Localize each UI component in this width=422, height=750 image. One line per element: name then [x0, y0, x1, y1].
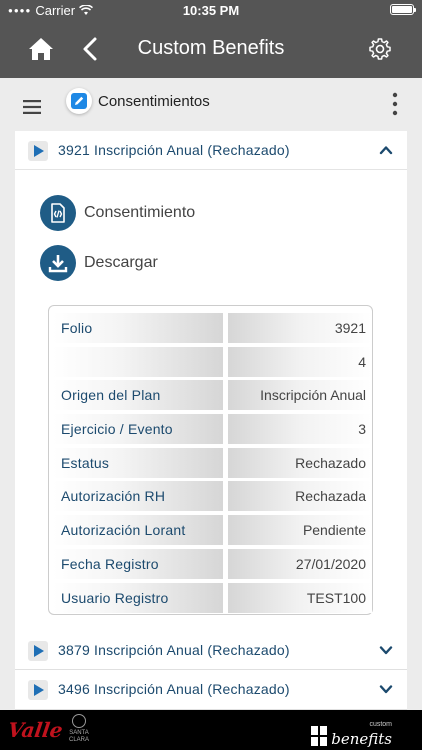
detail-row: Origen del Plan Inscripción Anual — [53, 379, 372, 413]
detail-value: Rechazado — [228, 447, 372, 478]
detail-value: Inscripción Anual — [228, 380, 372, 411]
detail-row: Ejercicio / Evento 3 — [53, 413, 372, 447]
chevron-up-icon[interactable] — [379, 143, 393, 157]
detail-label: Usuario Registro — [53, 582, 223, 613]
detail-value: 27/01/2020 — [228, 548, 372, 579]
hamburger-menu-icon[interactable] — [23, 100, 41, 114]
document-signature-icon — [40, 195, 76, 231]
card-header[interactable]: 3496 Inscripción Anual (Rechazado) — [15, 670, 407, 709]
detail-table: Folio 3921 4 Origen del Plan Inscripción… — [48, 305, 373, 615]
detail-label: Folio — [53, 313, 223, 343]
status-time: 10:35 PM — [182, 3, 240, 18]
section-title: Consentimientos — [98, 93, 210, 110]
valle-logo: Valle — [6, 718, 65, 742]
detail-row: Autorización Lorant Pendiente — [53, 514, 372, 548]
more-vertical-icon[interactable] — [392, 92, 398, 116]
consent-card-expanded: 3921 Inscripción Anual (Rechazado) Conse… — [15, 131, 407, 638]
nav-bar: Custom Benefits — [0, 20, 422, 78]
detail-value: 3921 — [228, 313, 372, 343]
detail-value: Rechazada — [228, 481, 372, 512]
status-bar: ●●●● Carrier 10:35 PM — [0, 0, 422, 20]
download-action[interactable]: Descargar — [40, 245, 158, 281]
consent-card-collapsed[interactable]: 3879 Inscripción Anual (Rechazado) — [15, 631, 407, 670]
card-header[interactable]: 3879 Inscripción Anual (Rechazado) — [15, 631, 407, 670]
page-title: Custom Benefits — [137, 37, 285, 59]
play-icon — [28, 141, 48, 161]
play-icon — [28, 641, 48, 661]
chevron-down-icon[interactable] — [379, 682, 393, 696]
card-header[interactable]: 3921 Inscripción Anual (Rechazado) — [15, 131, 407, 170]
detail-label: Autorización RH — [53, 481, 223, 512]
consent-card-collapsed[interactable]: 3496 Inscripción Anual (Rechazado) — [15, 670, 407, 710]
consent-action[interactable]: Consentimiento — [40, 195, 195, 231]
battery-icon — [390, 4, 416, 15]
detail-label: Autorización Lorant — [53, 515, 223, 546]
download-action-label: Descargar — [84, 254, 158, 271]
consent-action-label: Consentimiento — [84, 204, 196, 221]
detail-row: Autorización RH Rechazada — [53, 480, 372, 514]
detail-value: Pendiente — [228, 515, 372, 546]
detail-label: Fecha Registro — [53, 548, 223, 579]
detail-label: Estatus — [53, 447, 223, 478]
detail-label: Origen del Plan — [53, 380, 223, 411]
card-title: 3921 Inscripción Anual (Rechazado) — [58, 142, 290, 158]
detail-row: Usuario Registro TEST100 — [53, 582, 372, 616]
detail-row: Folio 3921 — [53, 312, 372, 346]
detail-row: 4 — [53, 346, 372, 380]
detail-label — [53, 346, 223, 377]
custom-benefits-logo: custom benefits — [311, 718, 392, 747]
card-title: 3879 Inscripción Anual (Rechazado) — [58, 642, 290, 658]
santa-clara-logo: SANTA CLARA — [62, 714, 96, 748]
detail-value: 3 — [228, 414, 372, 445]
edit-document-icon — [71, 93, 87, 109]
detail-value: TEST100 — [228, 582, 372, 613]
chevron-down-icon[interactable] — [379, 643, 393, 657]
section-toolbar — [0, 78, 422, 128]
section-badge — [66, 88, 92, 114]
play-icon — [28, 680, 48, 700]
card-title: 3496 Inscripción Anual (Rechazado) — [58, 681, 290, 697]
detail-value: 4 — [228, 346, 372, 377]
gear-icon[interactable] — [368, 37, 392, 61]
detail-row: Estatus Rechazado — [53, 447, 372, 481]
detail-label: Ejercicio / Evento — [53, 414, 223, 445]
download-icon — [40, 245, 76, 281]
detail-row: Fecha Registro 27/01/2020 — [53, 548, 372, 582]
footer-bar: Valle SANTA CLARA custom benefits — [0, 710, 422, 750]
